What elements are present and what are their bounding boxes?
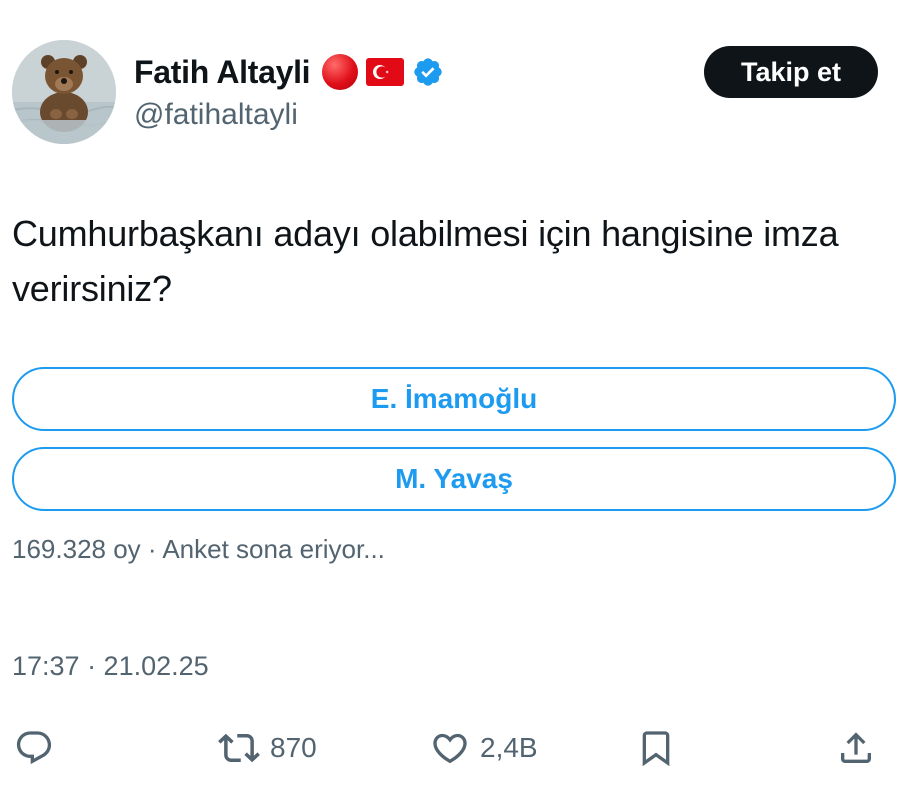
bear-avatar-image [12,40,116,144]
red-circle-icon [322,54,359,90]
retweet-button[interactable]: 870 [218,720,317,776]
poll-option-1[interactable]: E. İmamoğlu [12,367,896,431]
author-name-row: Fatih Altayli [134,50,444,94]
reply-icon [16,731,52,765]
heart-icon [433,733,467,764]
bookmark-button[interactable] [636,720,676,776]
follow-button[interactable]: Takip et [704,46,878,98]
reply-button[interactable] [14,720,64,776]
share-icon [841,732,871,763]
tweet-card: Fatih Altayli @fatihaltayli Takip et Cum… [0,0,900,800]
tweet-timestamp[interactable]: 17:37 · 21.02.25 [12,651,209,682]
action-bar: 870 2,4B [0,720,900,780]
author-display-name[interactable]: Fatih Altayli [134,54,311,91]
poll-meta: 169.328 oy · Anket sona eriyor... [12,534,385,564]
avatar[interactable] [12,40,116,144]
tweet-text: Cumhurbaşkanı adayı olabilmesi için hang… [12,213,839,309]
like-button[interactable]: 2,4B [430,720,538,776]
share-button[interactable] [836,720,876,776]
verified-badge-icon [414,58,442,86]
retweet-count: 870 [270,732,317,763]
retweet-icon [218,733,260,763]
bookmark-icon [642,731,670,767]
author-handle[interactable]: @fatihaltayli [134,98,298,132]
like-count: 2,4B [480,732,538,763]
turkey-flag-icon [366,58,405,86]
poll-option-2[interactable]: M. Yavaş [12,447,896,511]
